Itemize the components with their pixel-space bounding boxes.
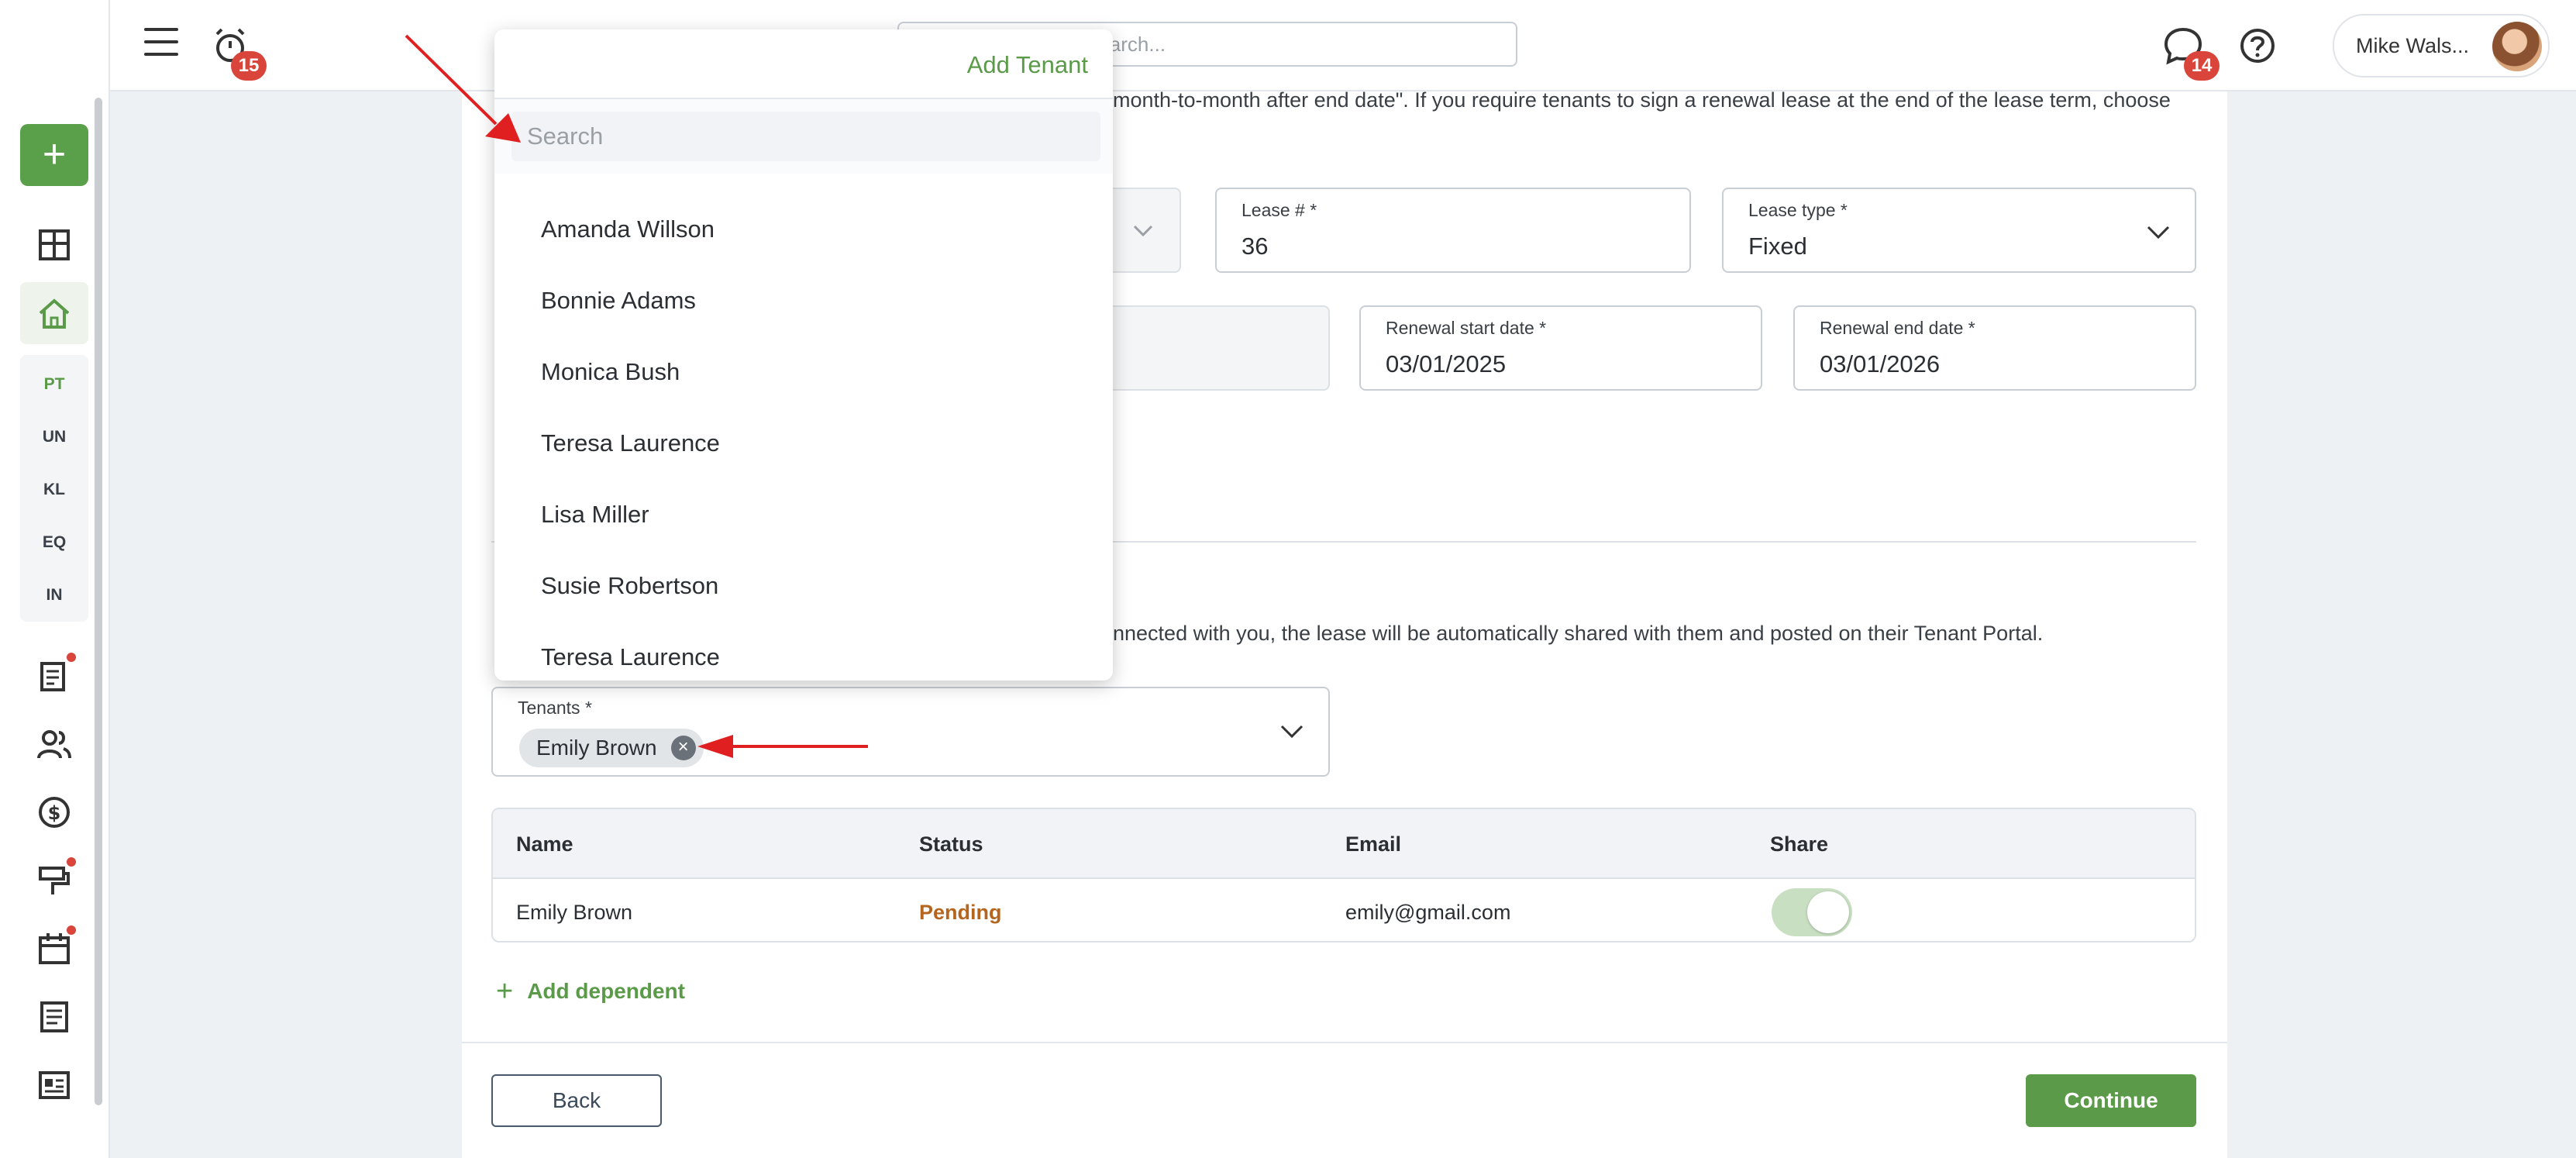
lease-number-value: 36: [1242, 233, 1269, 260]
chevron-down-icon: [1133, 225, 1153, 237]
add-new-button[interactable]: +: [20, 124, 88, 186]
help-icon[interactable]: [2238, 26, 2277, 65]
table-header: [493, 809, 2195, 879]
tenant-email-cell: emily@gmail.com: [1345, 901, 1511, 924]
sidebar-item-kl[interactable]: KL: [20, 481, 88, 499]
listings-icon[interactable]: [36, 1067, 73, 1104]
dashboard-icon[interactable]: [36, 226, 73, 264]
svg-text:$: $: [48, 802, 61, 824]
toggle-knob: [1807, 891, 1849, 933]
avatar: [2492, 22, 2542, 71]
user-name: Mike Wals...: [2356, 34, 2470, 57]
tenants-select[interactable]: Tenants * Emily Brown ×: [491, 687, 1330, 777]
tenant-chip: Emily Brown ×: [519, 729, 704, 767]
remove-chip-icon[interactable]: ×: [670, 736, 696, 760]
status-badge: Pending: [919, 901, 1002, 924]
chevron-down-icon: [2147, 226, 2170, 240]
home-icon[interactable]: [36, 295, 73, 332]
renewal-start-date-field[interactable]: Renewal start date * 03/01/2025: [1359, 305, 1762, 391]
lease-number-label: Lease # *: [1242, 200, 1317, 220]
app-root: 15 Search... 14 Mike Wals... + PT UN KL …: [0, 0, 2576, 1158]
chat-count-badge: 14: [2184, 51, 2220, 81]
column-header-name: Name: [516, 832, 573, 856]
sidebar-item-pt[interactable]: PT: [20, 375, 88, 394]
add-dependent-label: Add dependent: [527, 979, 685, 1003]
dropdown-option[interactable]: Bonnie Adams: [541, 287, 696, 315]
renewal-start-label: Renewal start date *: [1386, 318, 1547, 338]
lease-number-field[interactable]: Lease # * 36: [1215, 188, 1691, 273]
column-header-share: Share: [1770, 832, 1829, 856]
tenant-dropdown: Add Tenant Amanda Willson Bonnie Adams M…: [494, 29, 1113, 681]
documents-icon[interactable]: [36, 998, 73, 1036]
dropdown-option[interactable]: Monica Bush: [541, 358, 680, 386]
top-bar: 15 Search... 14 Mike Wals...: [0, 0, 2576, 91]
sidebar-scrollbar[interactable]: [95, 98, 102, 1105]
dropdown-option[interactable]: Teresa Laurence: [541, 429, 720, 457]
sidebar: + PT UN KL EQ IN $: [0, 0, 110, 1158]
menu-icon[interactable]: [144, 28, 178, 59]
dropdown-option[interactable]: Amanda Willson: [541, 215, 715, 243]
lease-type-select[interactable]: Lease type * Fixed: [1722, 188, 2196, 273]
renewal-end-date-field[interactable]: Renewal end date * 03/01/2026: [1793, 305, 2196, 391]
back-button[interactable]: Back: [491, 1074, 662, 1127]
add-dependent-link[interactable]: + Add dependent: [496, 975, 685, 1008]
chevron-down-icon[interactable]: [1279, 718, 1305, 744]
tenants-table: Name Status Email Share Emily Brown Pend…: [491, 808, 2196, 943]
notification-dot: [67, 925, 76, 935]
dropdown-option[interactable]: Teresa Laurence: [541, 643, 720, 671]
renewal-end-value: 03/01/2026: [1820, 350, 1941, 377]
lease-term-help-text: month-to-month after end date". If you r…: [1113, 88, 2171, 112]
column-header-email: Email: [1345, 832, 1402, 856]
user-menu[interactable]: Mike Wals...: [2333, 14, 2550, 78]
lease-type-value: Fixed: [1748, 233, 1807, 260]
tenant-search-input[interactable]: [511, 112, 1100, 161]
tenant-chip-label: Emily Brown: [536, 736, 657, 760]
renewal-start-value: 03/01/2025: [1386, 350, 1507, 377]
notification-dot: [67, 653, 76, 662]
lease-type-label: Lease type *: [1748, 200, 1848, 220]
continue-button[interactable]: Continue: [2026, 1074, 2196, 1127]
add-tenant-button[interactable]: Add Tenant: [967, 51, 1088, 79]
share-toggle[interactable]: [1772, 888, 1852, 936]
sidebar-item-in[interactable]: IN: [20, 586, 88, 605]
sidebar-item-eq[interactable]: EQ: [20, 533, 88, 552]
reports-icon[interactable]: [36, 657, 73, 694]
sidebar-item-un[interactable]: UN: [20, 428, 88, 446]
dropdown-option[interactable]: Lisa Miller: [541, 501, 649, 529]
tenants-label: Tenants *: [518, 698, 592, 718]
payments-icon[interactable]: $: [36, 794, 73, 831]
tenant-name-cell: Emily Brown: [516, 901, 633, 924]
dropdown-option[interactable]: Susie Robertson: [541, 572, 718, 600]
maintenance-icon[interactable]: [36, 862, 73, 899]
renewal-end-label: Renewal end date *: [1820, 318, 1975, 338]
calendar-icon[interactable]: [36, 930, 73, 967]
footer-divider: [462, 1042, 2227, 1043]
plus-icon: +: [496, 975, 514, 1008]
alarm-count-badge: 15: [231, 51, 267, 81]
tenants-help-text: nnected with you, the lease will be auto…: [1113, 622, 2044, 645]
people-icon[interactable]: [36, 725, 73, 763]
column-header-status: Status: [919, 832, 983, 856]
notification-dot: [67, 857, 76, 867]
